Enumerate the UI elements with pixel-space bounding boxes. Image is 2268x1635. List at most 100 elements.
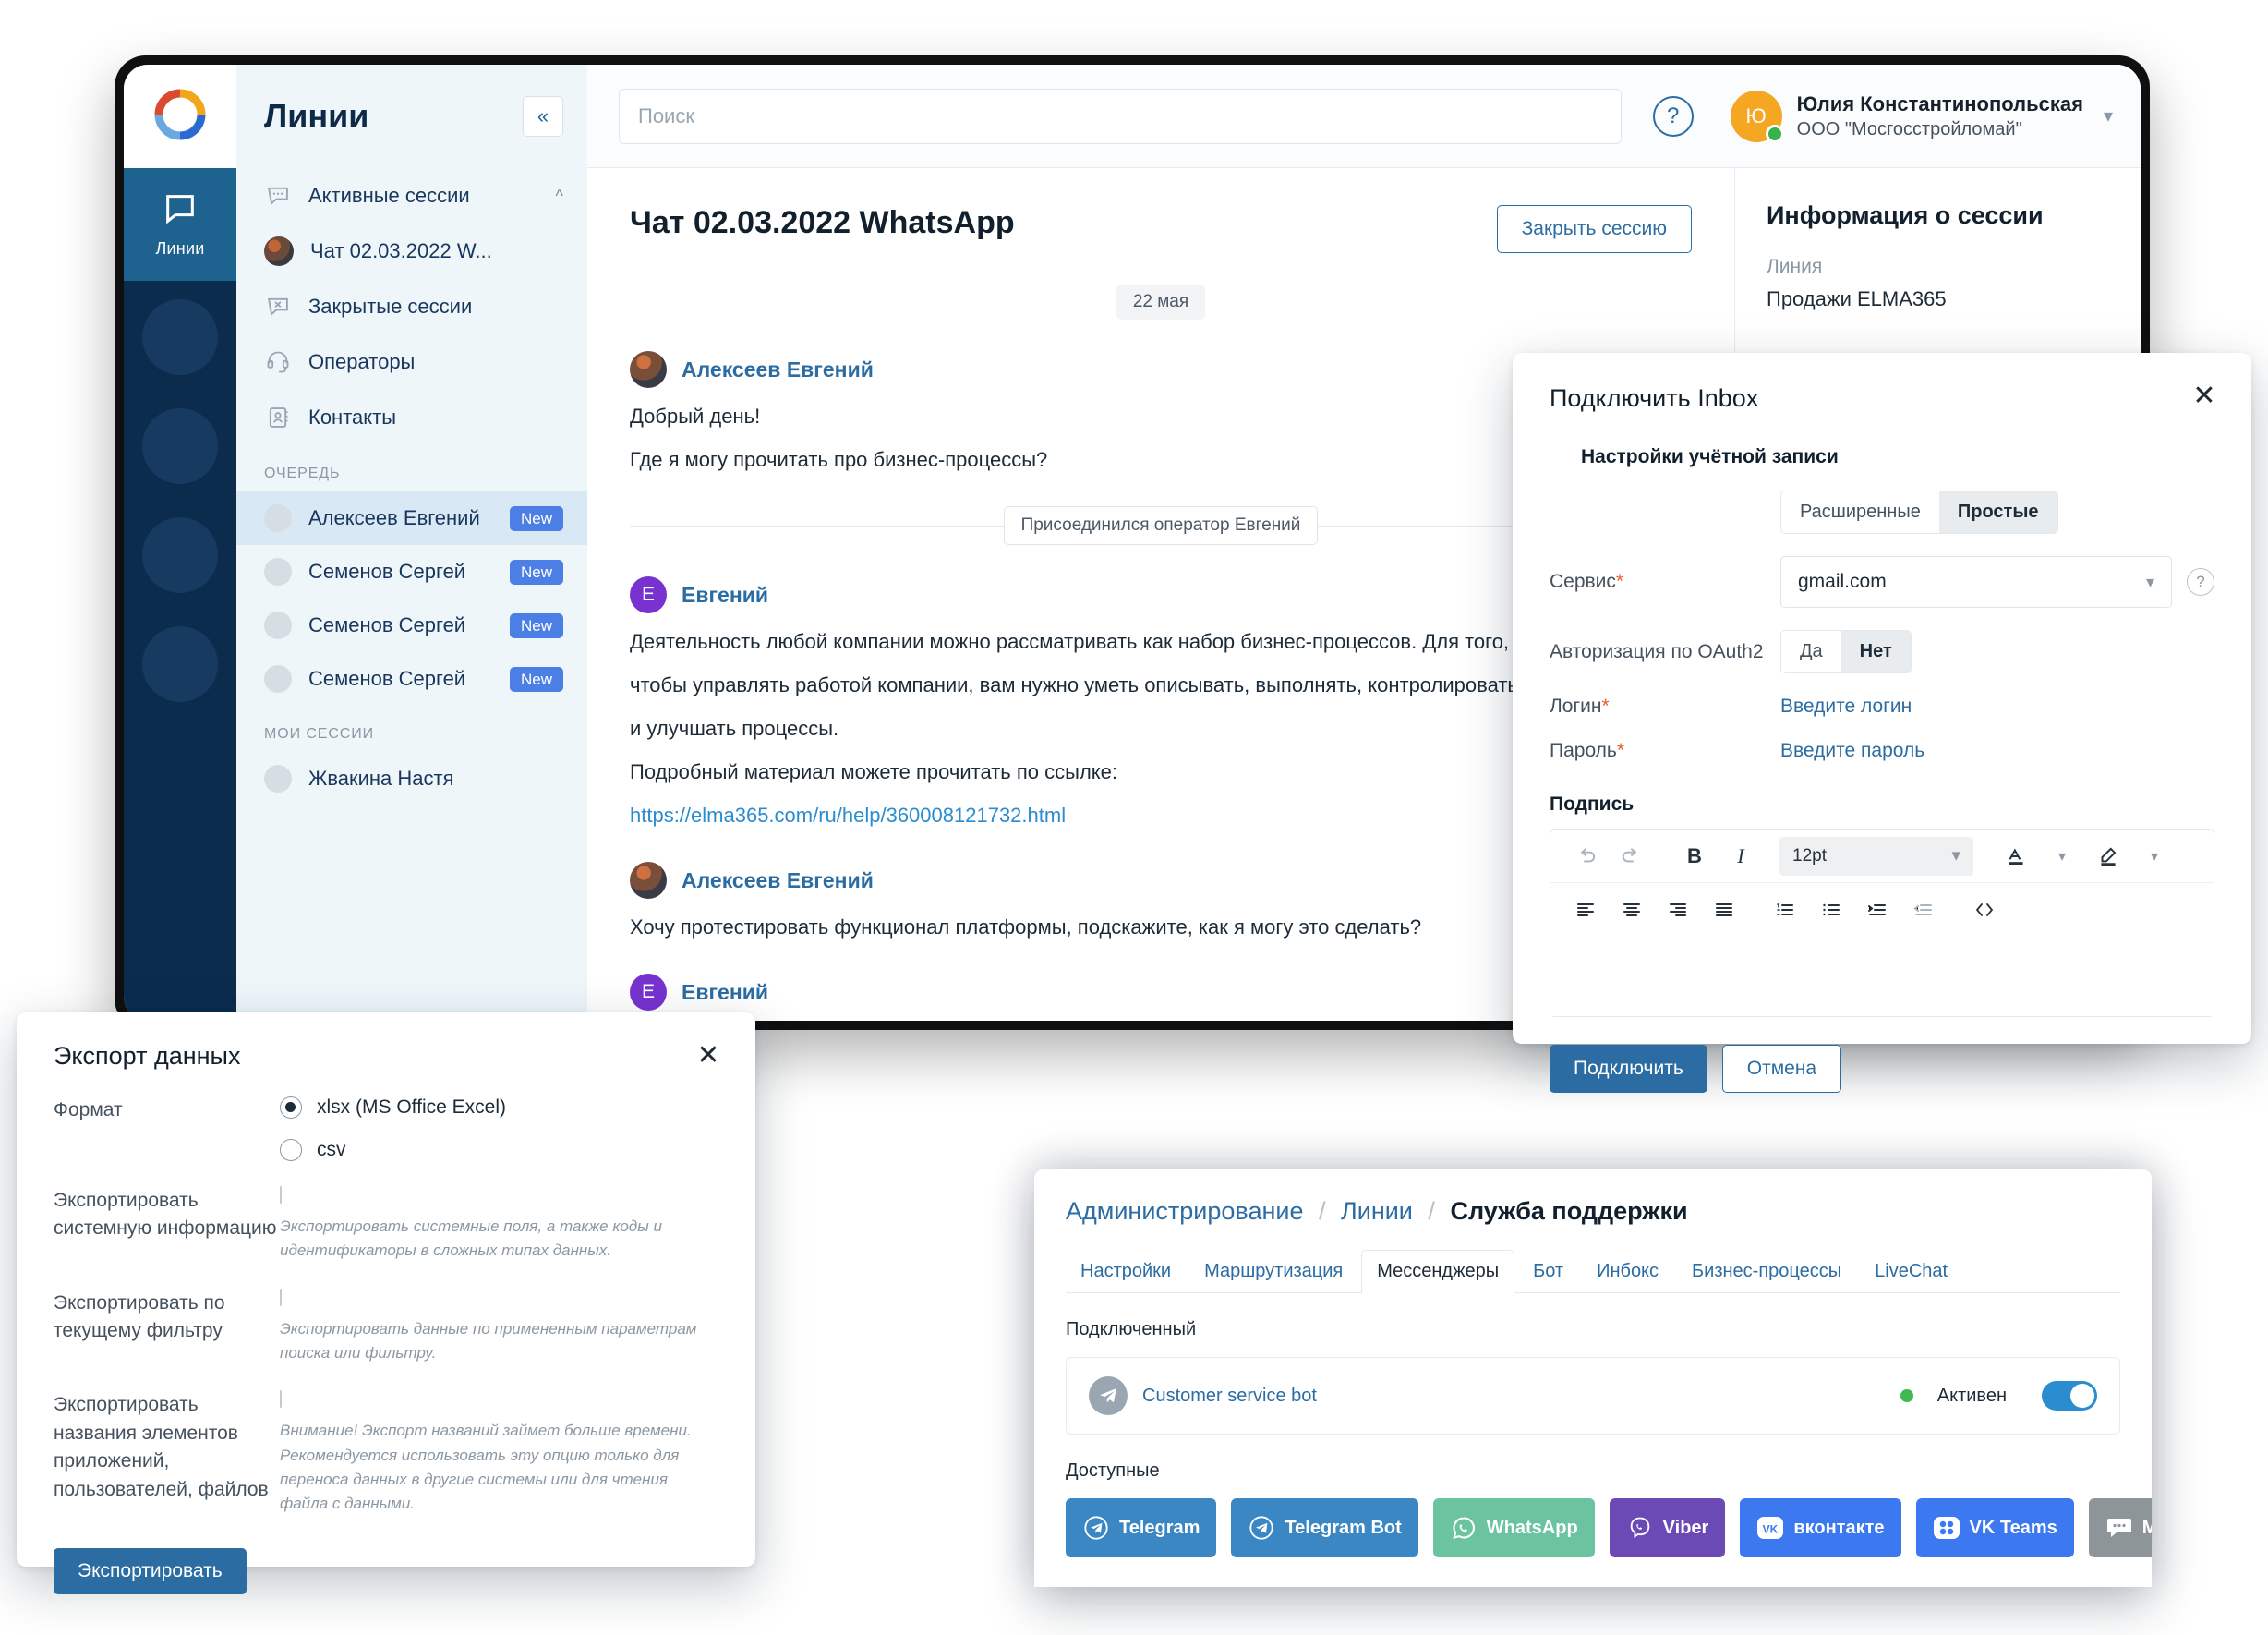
- question-circle-icon[interactable]: ?: [2187, 568, 2214, 596]
- sidebar-item-active-sessions[interactable]: Активные сессии ^: [236, 168, 587, 224]
- vk-teams-icon: [1933, 1514, 1960, 1542]
- password-row: Пароль* Введите пароль: [1550, 740, 2214, 762]
- page-title: Линии: [264, 97, 369, 135]
- service-select[interactable]: gmail.com ▾: [1780, 556, 2172, 608]
- telegram-icon: [1082, 1514, 1110, 1542]
- align-right-icon[interactable]: [1658, 891, 1698, 928]
- queue-item[interactable]: Семенов Сергей New: [236, 599, 587, 652]
- rail-dot[interactable]: [142, 408, 218, 484]
- tab-simple[interactable]: Простые: [1938, 491, 2057, 533]
- breadcrumb-administration[interactable]: Администрирование: [1066, 1197, 1303, 1225]
- rail-item-lines[interactable]: Линии: [124, 168, 236, 281]
- redo-icon[interactable]: [1611, 838, 1652, 875]
- rail-dot[interactable]: [142, 517, 218, 593]
- tab-inbox[interactable]: Инбокс: [1582, 1251, 1673, 1292]
- messenger-tile-whatsapp[interactable]: WhatsApp: [1432, 1498, 1595, 1557]
- italic-icon[interactable]: I: [1720, 838, 1761, 875]
- rail-dot[interactable]: [142, 299, 218, 375]
- checkbox-export-names[interactable]: [280, 1390, 282, 1409]
- tab-messengers[interactable]: Мессенджеры: [1361, 1250, 1515, 1293]
- available-label: Доступные: [1066, 1460, 1160, 1481]
- avatar: [264, 612, 292, 639]
- queue-item[interactable]: Семенов Сергей New: [236, 652, 587, 706]
- code-icon[interactable]: [1964, 891, 2005, 928]
- dialog-title: Экспорт данных: [54, 1042, 241, 1070]
- option-label: Экспортировать по текущему фильтру: [54, 1291, 225, 1342]
- collapse-sidebar-button[interactable]: «: [523, 96, 563, 137]
- user-menu[interactable]: Ю Юлия Константинопольская ООО "Мосгосст…: [1730, 90, 2141, 143]
- radio-xlsx[interactable]: xlsx (MS Office Excel): [280, 1096, 718, 1119]
- search-input[interactable]: [619, 88, 1622, 144]
- oauth-no[interactable]: Нет: [1840, 631, 1911, 672]
- font-size-select[interactable]: 12pt ▾: [1779, 836, 1973, 876]
- messenger-tile-messenger[interactable]: MESSENGER: [2088, 1498, 2152, 1557]
- messenger-tile-viber[interactable]: Viber: [1609, 1498, 1726, 1557]
- queue-item[interactable]: Семенов Сергей New: [236, 545, 587, 599]
- queue-section-label: ОЧЕРЕДЬ: [264, 466, 341, 481]
- indent-decrease-icon[interactable]: [1903, 891, 1944, 928]
- breadcrumb-lines[interactable]: Линии: [1341, 1197, 1413, 1225]
- my-session-item[interactable]: Жвакина Настя: [236, 752, 587, 805]
- messenger-tile-vk-teams[interactable]: VK Teams: [1915, 1498, 2074, 1557]
- sidebar-item-chat-session[interactable]: Чат 02.03.2022 W...: [236, 224, 587, 279]
- chat-message-author[interactable]: Евгений: [682, 583, 768, 608]
- chat-message-author[interactable]: Алексеев Евгений: [682, 868, 874, 893]
- checkbox-export-system-info[interactable]: [280, 1186, 282, 1204]
- password-input-link[interactable]: Введите пароль: [1780, 740, 1924, 762]
- radio-icon: [280, 1096, 302, 1119]
- breadcrumb-current: Служба поддержки: [1450, 1197, 1688, 1225]
- tab-livechat[interactable]: LiveChat: [1860, 1251, 1962, 1292]
- sidebar-item-closed-sessions[interactable]: Закрытые сессии: [236, 279, 587, 334]
- chevron-down-icon[interactable]: ▾: [2042, 838, 2082, 875]
- align-center-icon[interactable]: [1611, 891, 1652, 928]
- align-justify-icon[interactable]: [1704, 891, 1744, 928]
- option-hint: Внимание! Экспорт названий займет больше…: [280, 1422, 692, 1513]
- question-circle-icon[interactable]: ?: [1652, 95, 1694, 137]
- ordered-list-icon[interactable]: [1765, 891, 1805, 928]
- messenger-tile-telegram[interactable]: Telegram: [1066, 1498, 1217, 1557]
- bot-enabled-toggle[interactable]: [2042, 1381, 2097, 1411]
- undo-icon[interactable]: [1565, 838, 1606, 875]
- administration-window: Администрирование / Линии / Служба подде…: [1034, 1169, 2152, 1587]
- messenger-tile-vkontakte[interactable]: VK вконтакте: [1740, 1498, 1901, 1557]
- whatsapp-icon: [1450, 1514, 1478, 1542]
- tab-business-processes[interactable]: Бизнес-процессы: [1677, 1251, 1856, 1292]
- sidebar-item-operators[interactable]: Операторы: [236, 334, 587, 390]
- indent-increase-icon[interactable]: [1857, 891, 1898, 928]
- rail-dot[interactable]: [142, 626, 218, 702]
- queue-item[interactable]: Алексеев Евгений New: [236, 491, 587, 545]
- messenger-tile-telegram-bot[interactable]: Telegram Bot: [1231, 1498, 1418, 1557]
- align-left-icon[interactable]: [1565, 891, 1606, 928]
- export-button[interactable]: Экспортировать: [54, 1547, 247, 1594]
- available-messengers: Telegram Telegram Bot WhatsApp Viber VK …: [1066, 1498, 2152, 1557]
- signature-editor-canvas[interactable]: [1550, 937, 2214, 1016]
- chat-bubble-icon: [162, 190, 199, 232]
- chevron-down-icon[interactable]: ▾: [2134, 838, 2175, 875]
- chat-message-author[interactable]: Алексеев Евгений: [682, 357, 874, 382]
- close-icon[interactable]: ✕: [693, 1042, 724, 1073]
- sidebar-item-contacts[interactable]: Контакты: [236, 390, 587, 445]
- tab-settings[interactable]: Настройки: [1066, 1251, 1186, 1292]
- chat-message-author[interactable]: Евгений: [682, 980, 768, 1005]
- text-color-icon[interactable]: [1996, 838, 2036, 875]
- bullet-list-icon[interactable]: [1811, 891, 1852, 928]
- bold-icon[interactable]: B: [1674, 838, 1715, 875]
- oauth-yes[interactable]: Да: [1781, 631, 1841, 672]
- connect-button[interactable]: Подключить: [1550, 1045, 1707, 1093]
- tab-bot[interactable]: Бот: [1518, 1251, 1578, 1292]
- close-icon[interactable]: ✕: [2189, 382, 2220, 414]
- format-label: Формат: [54, 1099, 123, 1120]
- app-logo[interactable]: [124, 65, 236, 168]
- connected-bot-name[interactable]: Customer service bot: [1142, 1386, 1886, 1407]
- cancel-button[interactable]: Отмена: [1721, 1045, 1842, 1093]
- close-session-button[interactable]: Закрыть сессию: [1496, 205, 1692, 253]
- tab-advanced[interactable]: Расширенные: [1781, 491, 1939, 533]
- login-input-link[interactable]: Введите логин: [1780, 696, 1912, 718]
- chevron-up-icon[interactable]: ^: [556, 187, 563, 206]
- checkbox-export-current-filter[interactable]: [280, 1288, 282, 1306]
- chevron-down-icon[interactable]: ▾: [2104, 104, 2113, 127]
- radio-csv[interactable]: csv: [280, 1139, 718, 1161]
- chat-message-link[interactable]: https://elma365.com/ru/help/360008121732…: [630, 804, 1066, 827]
- tab-routing[interactable]: Маршрутизация: [1189, 1251, 1357, 1292]
- highlight-icon[interactable]: [2088, 838, 2129, 875]
